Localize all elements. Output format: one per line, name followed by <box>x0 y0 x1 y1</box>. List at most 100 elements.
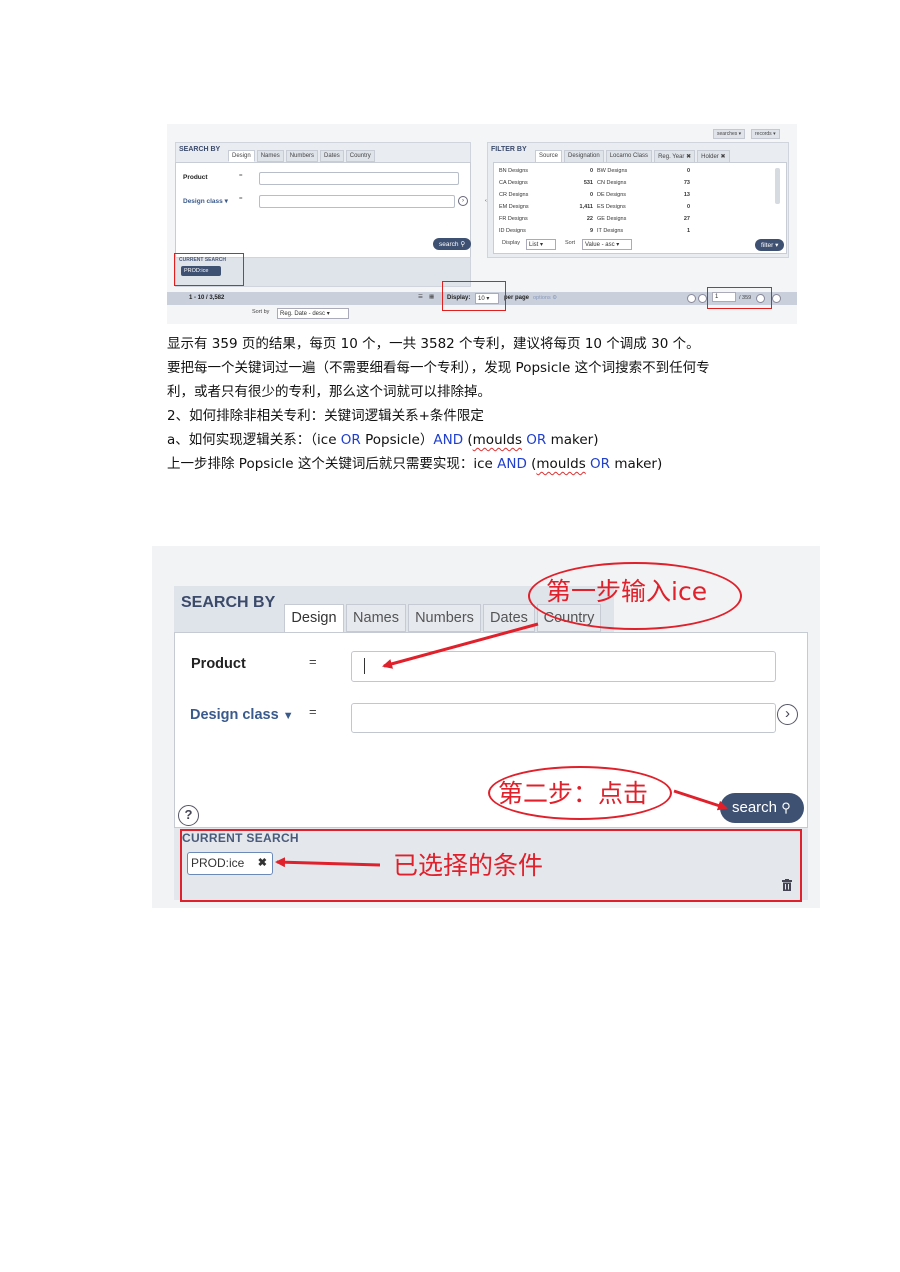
filter-item-name[interactable]: CA Designs <box>499 180 528 186</box>
p5-end: maker) <box>546 432 599 448</box>
filter-item-count: 13 <box>683 192 690 198</box>
tab-design[interactable]: Design <box>228 150 255 162</box>
paragraph-1: 显示有 359 页的结果，每页 10 个，一共 3582 个专利，建议将每页 1… <box>167 336 700 352</box>
tab-names[interactable]: Names <box>256 150 284 162</box>
p5-or-operator: OR <box>340 432 361 448</box>
filter-scrollbar[interactable] <box>775 168 780 204</box>
filter-item-name[interactable]: ID Designs <box>499 228 526 234</box>
product-eq: = <box>309 654 317 669</box>
filter-item-name[interactable]: BN Designs <box>499 168 528 174</box>
display-per-page-highlight <box>442 281 506 311</box>
p5-pre: a、如何实现逻辑关系：（ice <box>167 432 341 448</box>
tab-names[interactable]: Names <box>346 604 406 632</box>
searches-button[interactable]: searches ▾ <box>713 129 746 139</box>
design-class-input[interactable] <box>351 703 776 733</box>
filter-item-name[interactable]: DE Designs <box>597 192 626 198</box>
filter-display-select[interactable]: List ▾ <box>526 239 556 250</box>
tab-country[interactable]: Country <box>345 150 375 162</box>
help-icon[interactable]: ? <box>178 805 199 826</box>
filter-by-title: FILTER BY <box>491 146 527 153</box>
p5-and-operator: AND <box>433 432 464 448</box>
list-view-icon[interactable]: ☰ <box>418 294 423 300</box>
chevron-right-icon[interactable]: › <box>458 196 468 206</box>
filter-item-name[interactable]: ES Designs <box>597 204 626 210</box>
filter-item-count: 27 <box>683 216 690 222</box>
search-tabs: Design Names Numbers Dates Country <box>228 150 375 162</box>
p5-or-operator-2: OR <box>526 432 547 448</box>
search-by-title: SEARCH BY <box>181 594 276 611</box>
design-class-label[interactable]: Design class ▾ <box>183 197 228 205</box>
product-input[interactable] <box>259 172 459 185</box>
close-icon: ✖ <box>720 154 726 160</box>
grid-view-icon[interactable]: ▦ <box>429 294 434 300</box>
design-class-input[interactable] <box>259 195 455 208</box>
filter-item-name[interactable]: CR Designs <box>499 192 528 198</box>
product-input[interactable] <box>351 651 776 682</box>
filter-sort-label: Sort <box>565 240 576 246</box>
sort-by-select[interactable]: Reg. Date - desc ▾ <box>277 308 349 319</box>
filter-display-label: Display <box>502 240 521 246</box>
tab-dates[interactable]: Dates <box>320 150 344 162</box>
paragraph-6: 上一步排除 Popsicle 这个关键词后就只需要实现：ice AND (mou… <box>167 455 662 473</box>
product-label: Product <box>183 174 208 181</box>
filter-item-count: 1 <box>686 228 690 234</box>
p6-or-operator: OR <box>590 456 611 472</box>
p6-moulds: moulds <box>536 456 586 472</box>
filter-item-name[interactable]: EM Designs <box>499 204 529 210</box>
product-label: Product <box>191 656 246 672</box>
p5-paren: ( <box>463 432 473 448</box>
filter-item-count: 0 <box>686 204 690 210</box>
tab-numbers[interactable]: Numbers <box>285 150 319 162</box>
design-class-eq: = <box>309 704 317 719</box>
filter-item-name[interactable]: FR Designs <box>499 216 528 222</box>
search-icon: ⚲ <box>781 800 791 815</box>
first-page-icon[interactable] <box>687 294 696 303</box>
p6-and-operator: AND <box>497 456 527 472</box>
filter-item-count: 9 <box>589 228 593 234</box>
search-icon: ⚲ <box>460 241 466 248</box>
records-button[interactable]: records ▾ <box>751 129 780 139</box>
filter-item-count: 0 <box>589 168 593 174</box>
filter-sort-select[interactable]: Value - asc ▾ <box>582 239 632 250</box>
search-button[interactable]: search ⚲ <box>720 793 804 823</box>
p5-moulds: moulds <box>472 432 522 448</box>
filter-item-name[interactable]: GE Designs <box>597 216 626 222</box>
annotation-step1: 第一步输入ice <box>546 577 708 606</box>
filter-item-count: 531 <box>583 180 593 186</box>
close-icon: ✖ <box>686 154 692 160</box>
filter-item-count: 0 <box>589 192 593 198</box>
tab-design[interactable]: Design <box>284 604 344 633</box>
last-page-icon[interactable] <box>772 294 781 303</box>
design-class-label[interactable]: Design class ▼ <box>190 707 294 723</box>
filter-item-count: 0 <box>686 168 690 174</box>
options-button[interactable]: options ⚙ <box>533 295 557 301</box>
annotation-step2: 第二步：点击 <box>498 779 649 808</box>
search-button[interactable]: search ⚲ <box>433 238 472 250</box>
filter-item-count: 1,411 <box>579 204 593 210</box>
filter-item-name[interactable]: CN Designs <box>597 180 626 186</box>
tab-dates[interactable]: Dates <box>483 604 535 632</box>
annotation-selected: 已选择的条件 <box>393 851 544 880</box>
search-screenshot-overview: SEARCH BY Design Names Numbers Dates Cou… <box>167 124 797 324</box>
per-page-label: per page <box>504 295 530 301</box>
current-search-highlight <box>174 253 244 286</box>
filter-left-arrow-icon[interactable]: ‹ <box>485 198 487 204</box>
caret-down-icon: ▾ <box>224 198 228 205</box>
p6-paren: ( <box>526 456 537 472</box>
tab-numbers[interactable]: Numbers <box>408 604 481 632</box>
p6-pre: 上一步排除 Popsicle 这个关键词后就只需要实现：ice <box>167 456 498 472</box>
filter-item-count: 22 <box>586 216 593 222</box>
product-eq: = <box>239 173 243 179</box>
results-range: 1 - 10 / 3,582 <box>189 295 225 301</box>
search-screenshot-annotated: SEARCH BY Design Names Numbers Dates Cou… <box>152 546 820 908</box>
pagination-highlight <box>707 287 772 309</box>
filter-item-name[interactable]: BW Designs <box>597 168 627 174</box>
paragraph-2: 要把每一个关键词过一遍（不需要细看每一个专利），发现 Popsicle 这个词搜… <box>167 360 710 376</box>
filter-item-name[interactable]: IT Designs <box>597 228 623 234</box>
chevron-right-icon[interactable]: › <box>777 704 798 725</box>
prev-page-icon[interactable] <box>698 294 707 303</box>
paragraph-3: 利，或者只有很少的专利，那么这个词就可以排除掉。 <box>167 384 491 400</box>
paragraph-4: 2、如何排除非相关专利：关键词逻辑关系+条件限定 <box>167 408 484 424</box>
filter-button[interactable]: filter ▾ <box>755 239 785 251</box>
filter-item-count: 73 <box>683 180 690 186</box>
